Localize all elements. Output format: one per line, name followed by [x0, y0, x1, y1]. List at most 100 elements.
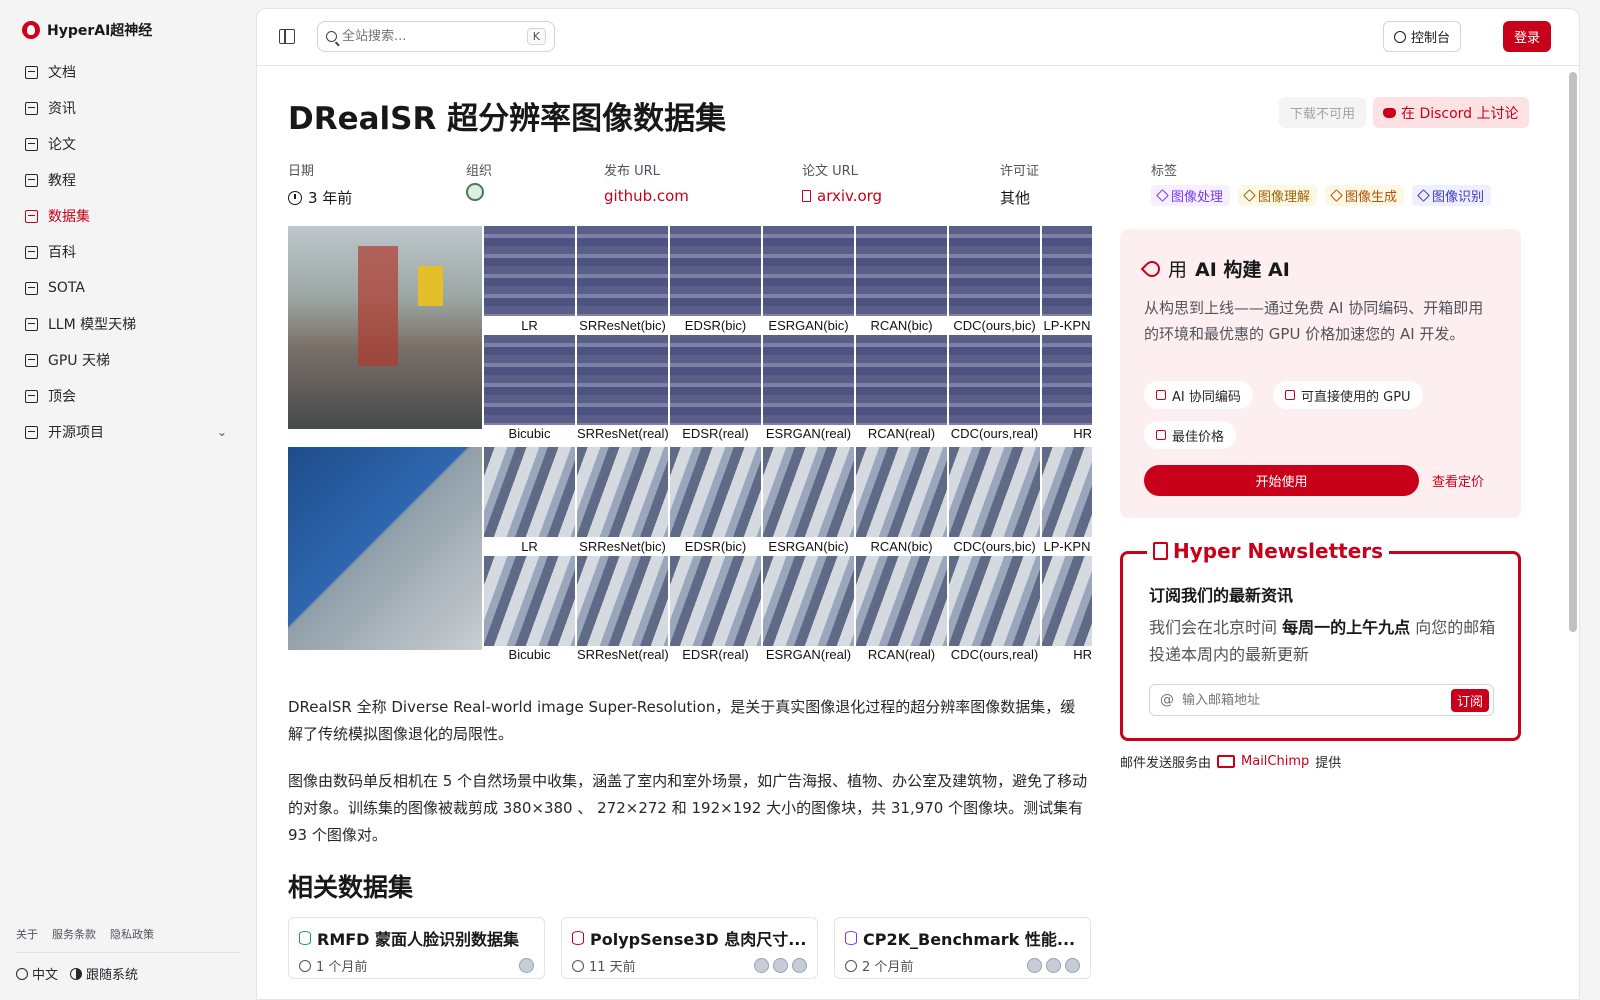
- meta-value: 3 年前: [288, 187, 352, 208]
- sidebar-item-tutorials[interactable]: 教程: [16, 162, 239, 198]
- label-row: Bicubic SRResNet(real) EDSR(real) ESRGAN(re…: [484, 647, 1092, 662]
- promo-title-bold: AI 构建 AI: [1195, 259, 1290, 281]
- crop-image: [856, 335, 947, 425]
- mail-note-prefix: 邮件发送服务由: [1120, 756, 1212, 771]
- tag[interactable]: 图像识别: [1412, 185, 1492, 206]
- calendar-icon: [25, 389, 38, 403]
- mailchimp-link[interactable]: MailChimp: [1241, 754, 1309, 769]
- search-icon: [326, 31, 337, 42]
- label-row: LR SRResNet(bic) EDSR(bic) ESRGAN(bic) RCAN(…: [484, 539, 1092, 554]
- sidebar-item-conferences[interactable]: 顶会: [16, 378, 239, 414]
- discord-button[interactable]: 在 Discord 上讨论: [1373, 97, 1529, 128]
- sidebar-item-label: 顶会: [48, 389, 76, 405]
- pricing-link[interactable]: 查看定价: [1432, 471, 1484, 490]
- sidebar-item-papers[interactable]: 论文: [16, 126, 239, 162]
- database-icon: [25, 209, 38, 223]
- start-button[interactable]: 开始使用: [1144, 465, 1419, 496]
- discord-icon: [1383, 107, 1396, 118]
- sidebar-item-wiki[interactable]: 百科: [16, 234, 239, 270]
- language-label: 中文: [32, 968, 59, 983]
- dataset-figure: LR SRResNet(bic) EDSR(bic) ESRGAN(bic) RCAN(…: [288, 226, 1092, 666]
- main-panel: K 控制台 登录 DRealSR 超分辨率图像数据集 下载不可用 在 Disco…: [256, 8, 1580, 1000]
- chevron-down-icon[interactable]: ⌄: [217, 425, 227, 439]
- clock-icon: [845, 959, 857, 972]
- related-dataset-card[interactable]: RMFD 蒙面人脸识别数据集 1 个月前: [288, 917, 545, 979]
- sidebar-item-datasets[interactable]: 数据集: [16, 198, 239, 234]
- search-box[interactable]: K: [317, 21, 555, 52]
- email-input[interactable]: [1182, 692, 1451, 708]
- crop-image: [577, 447, 668, 537]
- sidebar-item-open-source[interactable]: 开源项目 ⌄: [16, 414, 239, 450]
- tag[interactable]: 图像生成: [1325, 185, 1405, 206]
- about-link[interactable]: 关于: [16, 926, 38, 942]
- crop-label: LP-KPN: [1043, 539, 1091, 554]
- terms-link[interactable]: 服务条款: [52, 926, 96, 942]
- newsletter-text-before: 我们会在北京时间: [1149, 618, 1278, 637]
- theme-switcher[interactable]: 跟随系统: [70, 964, 138, 983]
- subscribe-button[interactable]: 订阅: [1450, 688, 1489, 712]
- at-icon: @: [1160, 692, 1174, 708]
- crop-image: [577, 556, 668, 646]
- brand[interactable]: HyperAI超神经: [22, 20, 152, 40]
- topbar: K 控制台 登录: [257, 9, 1579, 66]
- meta-label: 组织: [466, 164, 493, 179]
- sidebar-item-sota[interactable]: SOTA: [16, 270, 239, 306]
- sidebar-item-label: 教程: [48, 173, 76, 189]
- login-button[interactable]: 登录: [1503, 21, 1551, 52]
- scrollbar[interactable]: [1569, 72, 1577, 632]
- chart-icon: [25, 281, 38, 295]
- divider: [16, 952, 241, 953]
- database-icon: [299, 931, 311, 945]
- sidebar-item-gpu-ladder[interactable]: GPU 天梯: [16, 342, 239, 378]
- sidebar-footer-links: 关于 服务条款 隐私政策: [16, 926, 154, 942]
- org-logo[interactable]: [466, 183, 484, 201]
- sidebar-item-label: 资讯: [48, 101, 76, 117]
- release-link[interactable]: github.com: [604, 187, 689, 205]
- dashboard-icon: [1393, 30, 1406, 43]
- meta-label: 许可证: [1000, 164, 1040, 179]
- privacy-link[interactable]: 隐私政策: [110, 926, 154, 942]
- promo-title: 用 AI 构建 AI: [1140, 255, 1290, 282]
- card-title: RMFD 蒙面人脸识别数据集: [299, 926, 534, 950]
- crop-image: [1042, 335, 1092, 425]
- crop-label: EDSR(bic): [684, 318, 747, 333]
- server-icon: [1285, 390, 1295, 400]
- tag[interactable]: 图像理解: [1238, 185, 1318, 206]
- book-icon: [25, 173, 38, 187]
- console-button[interactable]: 控制台: [1382, 21, 1461, 52]
- sidebar-item-docs[interactable]: 文档: [16, 54, 239, 90]
- crop-image: [577, 226, 668, 316]
- mail-icon: [1217, 755, 1236, 768]
- database-icon: [572, 931, 584, 945]
- sidebar-item-llm-ladder[interactable]: LLM 模型天梯: [16, 306, 239, 342]
- paper-link[interactable]: arxiv.org: [802, 187, 882, 205]
- crop-image: [949, 335, 1040, 425]
- meta-date: 日期 3 年前: [288, 160, 352, 208]
- language-switcher[interactable]: 中文: [16, 964, 58, 983]
- crop-image: [856, 556, 947, 646]
- tag[interactable]: 图像处理: [1151, 185, 1231, 206]
- doc-icon: [25, 65, 38, 79]
- crop-image: [484, 447, 575, 537]
- sidebar-toggle-icon[interactable]: [279, 29, 295, 44]
- email-field: @ 订阅: [1149, 684, 1494, 716]
- related-dataset-card[interactable]: CP2K_Benchmark 性能... 2 个月前: [834, 917, 1091, 979]
- search-input[interactable]: [342, 29, 502, 44]
- tag-icon: [1243, 189, 1256, 202]
- crop-image: [763, 447, 854, 537]
- related-dataset-card[interactable]: PolypSense3D 息肉尺寸... 11 天前: [561, 917, 818, 979]
- sidebar-settings: 中文 跟随系统: [16, 964, 138, 983]
- crop-label: Bicubic: [508, 426, 551, 441]
- meta-release-url: 发布 URL github.com: [604, 160, 689, 205]
- crop-label: CDC(ours,real): [950, 647, 1039, 662]
- download-button[interactable]: 下载不可用: [1279, 97, 1367, 128]
- discord-label: 在 Discord 上讨论: [1401, 105, 1519, 122]
- crop-label: LR: [521, 539, 538, 554]
- sidebar-item-news[interactable]: 资讯: [16, 90, 239, 126]
- promo-description: 从构思到上线——通过免费 AI 协同编码、开箱即用的环境和最优惠的 GPU 价格…: [1144, 299, 1484, 343]
- crop-image: [949, 556, 1040, 646]
- card-time: 2 个月前: [862, 960, 914, 975]
- crop-row: [484, 556, 1092, 646]
- crop-image: [1042, 556, 1092, 646]
- crop-image: [484, 335, 575, 425]
